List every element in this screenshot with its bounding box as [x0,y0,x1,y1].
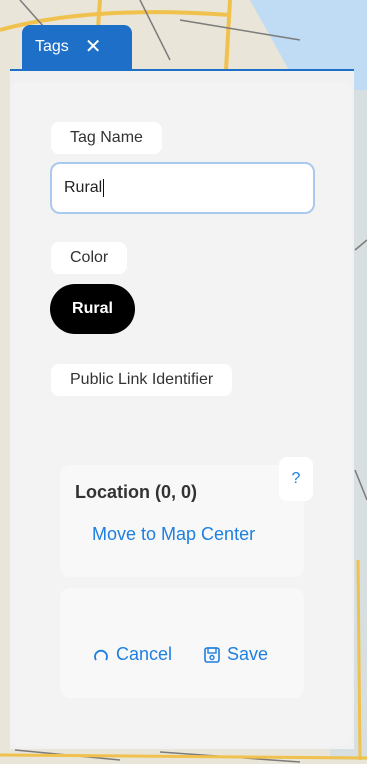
color-swatch-button[interactable]: Rural [50,284,135,334]
undo-icon [94,649,108,660]
save-icon [204,646,220,663]
save-label: Save [227,644,269,664]
close-icon[interactable]: ✕ [85,37,102,57]
question-icon: ? [291,470,301,487]
save-button[interactable]: Save [203,644,268,665]
tag-name-value: Rural [64,179,103,196]
location-title: Location (0, 0) [75,482,198,502]
actions-card [60,588,304,698]
cancel-button[interactable]: Cancel [92,644,172,665]
color-chip-text: Rural [72,300,113,317]
tag-name-input[interactable]: Rural [50,162,315,214]
public-link-label: Public Link Identifier [51,364,233,396]
tab-title: Tags [35,38,69,55]
move-to-map-center-link[interactable]: Move to Map Center [92,524,255,545]
help-button[interactable]: ? [279,457,313,501]
tab-tags[interactable]: Tags ✕ [22,25,132,69]
tag-name-label: Tag Name [51,122,162,154]
cancel-label: Cancel [116,644,173,664]
text-caret [103,179,105,197]
color-label: Color [51,242,128,274]
